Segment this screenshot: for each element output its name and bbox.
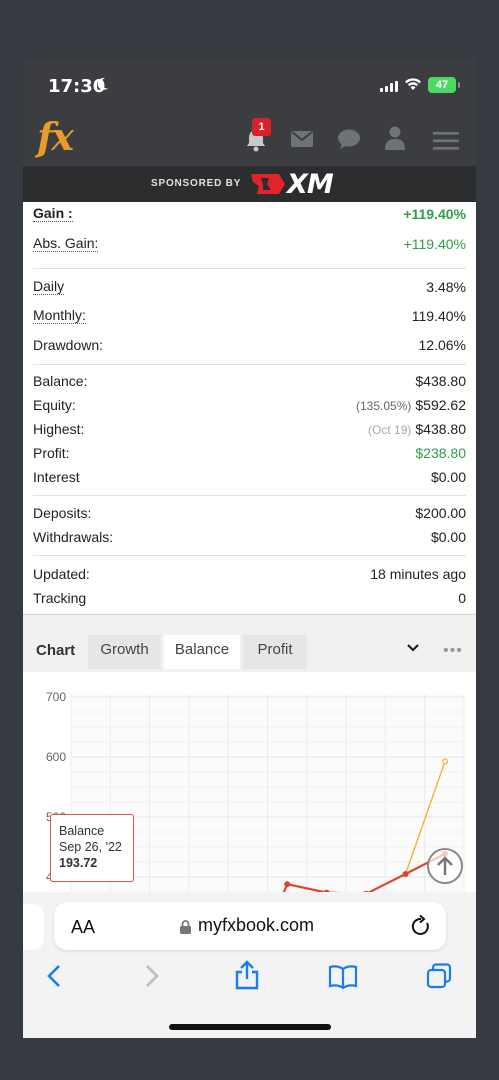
tooltip-series: Balance	[59, 824, 105, 838]
more-options-icon[interactable]: •••	[443, 643, 463, 659]
forward-arrow-icon[interactable]	[144, 964, 160, 988]
stat-label: Equity:	[33, 397, 76, 413]
stat-balance: Balance: $438.80	[23, 369, 476, 393]
stat-value-group: (135.05%) $592.62	[356, 397, 466, 413]
header-bar: 17:30 47 fx 1	[23, 58, 476, 166]
stat-label[interactable]: Gain :	[33, 206, 73, 222]
lock-icon	[180, 920, 191, 934]
stat-label: Updated:	[33, 566, 90, 582]
stat-updated: Updated: 18 minutes ago	[23, 562, 476, 586]
chart-tabs: Chart Growth Balance Profit •••	[23, 628, 476, 672]
scroll-to-top-button[interactable]	[427, 848, 463, 884]
bookmarks-icon[interactable]	[328, 965, 358, 989]
wifi-icon	[405, 78, 421, 90]
data-point-equity	[442, 758, 449, 765]
divider	[33, 268, 466, 269]
divider	[33, 364, 466, 365]
stat-value: 18 minutes ago	[370, 566, 466, 582]
highest-date: (Oct 19)	[368, 423, 412, 437]
data-point-balance	[284, 881, 291, 888]
stat-gain: Gain : +119.40%	[23, 202, 476, 226]
share-icon[interactable]	[234, 960, 260, 990]
chart-tooltip: Balance Sep 26, '22 193.72	[50, 814, 134, 882]
arrow-up-icon	[437, 856, 453, 875]
fx-logo[interactable]: fx	[37, 114, 74, 159]
stat-value: 119.40%	[411, 308, 466, 324]
stat-value: $238.80	[415, 445, 466, 461]
browser-chrome: AA myfxbook.com	[23, 892, 476, 1038]
stat-value: $592.62	[415, 397, 466, 413]
stat-label: Profit:	[33, 445, 70, 461]
divider	[33, 495, 466, 496]
stat-monthly: Monthly: 119.40%	[23, 304, 476, 328]
y-tick-label: 600	[46, 750, 66, 764]
tab-growth[interactable]: Growth	[88, 635, 161, 669]
stat-value: +119.40%	[403, 236, 466, 252]
previous-tab-preview[interactable]	[23, 904, 44, 950]
xm-brand: XM	[287, 169, 334, 200]
stat-drawdown: Drawdown: 12.06%	[23, 333, 476, 357]
user-icon[interactable]	[385, 126, 405, 150]
stat-label: Highest:	[33, 421, 85, 437]
stat-label[interactable]: Monthly:	[33, 308, 86, 324]
stat-value: +119.40%	[403, 206, 466, 222]
stat-abs-gain: Abs. Gain: +119.40%	[23, 232, 476, 256]
back-arrow-icon[interactable]	[46, 964, 62, 988]
stat-value: $200.00	[415, 505, 466, 521]
tab-profit[interactable]: Profit	[243, 635, 307, 669]
stat-withdrawals: Withdrawals: $0.00	[23, 525, 476, 549]
stat-label: Tracking	[33, 590, 87, 606]
moon-icon	[97, 77, 108, 90]
notification-badge: 1	[252, 118, 271, 136]
tabs-icon[interactable]	[426, 963, 452, 989]
mail-icon[interactable]	[291, 131, 313, 147]
chevron-down-icon[interactable]	[407, 644, 419, 652]
stat-profit: Profit: $238.80	[23, 441, 476, 465]
section-gap	[23, 614, 476, 628]
signal-icon	[380, 81, 398, 92]
stat-label: Deposits:	[33, 505, 92, 521]
xm-logo-icon	[251, 174, 285, 194]
stat-interest: Interest $0.00	[23, 465, 476, 489]
stat-value: $0.00	[430, 529, 466, 545]
stat-value: 12.06%	[418, 337, 466, 353]
data-point-balance	[402, 871, 409, 878]
stat-tracking: Tracking 0	[23, 586, 476, 610]
url-text[interactable]: myfxbook.com	[198, 915, 314, 936]
equity-percent: (135.05%)	[356, 399, 412, 413]
chart-tab-title[interactable]: Chart	[36, 642, 75, 659]
stat-value: 3.48%	[426, 279, 466, 295]
stat-value: $0.00	[430, 469, 466, 485]
sponsor-banner[interactable]: SPONSORED BY XM	[23, 166, 476, 202]
reload-icon[interactable]	[411, 915, 431, 937]
battery-icon: 47	[428, 77, 460, 93]
menu-icon[interactable]	[433, 132, 459, 150]
reader-settings-button[interactable]: AA	[71, 917, 95, 938]
stat-highest: Highest: (Oct 19) $438.80	[23, 417, 476, 441]
stat-value: $438.80	[415, 421, 466, 437]
tooltip-date: Sep 26, '22	[59, 840, 122, 854]
stat-value: 0	[458, 590, 466, 606]
stat-label[interactable]: Daily	[33, 279, 65, 295]
sponsor-label: SPONSORED BY	[151, 178, 242, 189]
chat-icon[interactable]	[338, 129, 360, 149]
stat-label: Interest	[33, 469, 80, 485]
phone-screen: 17:30 47 fx 1 SPONSORED BY XM Gain: +11…	[23, 58, 476, 1038]
stat-value-group: (Oct 19) $438.80	[368, 421, 466, 437]
stat-equity: Equity: (135.05%) $592.62	[23, 393, 476, 417]
home-indicator	[169, 1024, 331, 1030]
stat-label: Drawdown:	[33, 337, 104, 353]
stat-daily: Daily 3.48%	[23, 275, 476, 299]
y-tick-label: 700	[46, 690, 66, 704]
tooltip-value: 193.72	[59, 856, 98, 870]
stat-label: Balance:	[33, 373, 88, 389]
address-bar[interactable]: AA myfxbook.com	[54, 902, 446, 950]
stat-label: Withdrawals:	[33, 529, 114, 545]
divider	[33, 555, 466, 556]
stat-deposits: Deposits: $200.00	[23, 501, 476, 525]
stat-label[interactable]: Abs. Gain:	[33, 236, 99, 252]
tab-balance[interactable]: Balance	[164, 635, 240, 669]
stat-value: $438.80	[415, 373, 466, 389]
